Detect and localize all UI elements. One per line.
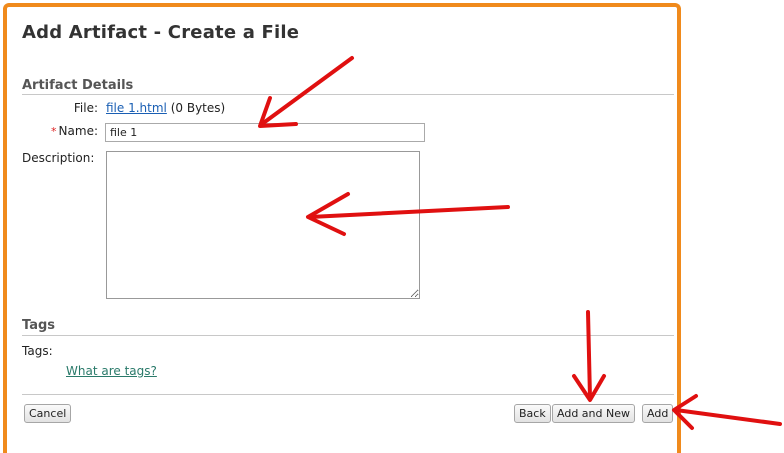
name-label-row: * Name: bbox=[30, 124, 98, 138]
cancel-button[interactable]: Cancel bbox=[24, 404, 72, 423]
file-link[interactable]: file 1.html bbox=[106, 101, 167, 115]
name-input[interactable] bbox=[105, 123, 425, 142]
description-label: Description: bbox=[22, 151, 95, 165]
back-button[interactable]: Back bbox=[514, 404, 551, 423]
arrow-to-add-button bbox=[672, 394, 782, 430]
file-label: File: bbox=[73, 101, 98, 115]
artifact-details-heading: Artifact Details bbox=[22, 78, 134, 93]
name-label: Name: bbox=[58, 124, 98, 138]
section-divider bbox=[22, 94, 674, 95]
file-size: (0 Bytes) bbox=[170, 101, 226, 115]
page-title: Add Artifact - Create a File bbox=[22, 22, 300, 43]
file-info: file 1.html (0 Bytes) bbox=[106, 101, 225, 115]
required-marker: * bbox=[51, 125, 57, 138]
tags-heading: Tags bbox=[22, 318, 56, 333]
add-and-new-button[interactable]: Add and New bbox=[552, 404, 635, 423]
footer-divider bbox=[22, 394, 674, 395]
tags-label: Tags: bbox=[22, 344, 53, 358]
what-are-tags-link[interactable]: What are tags? bbox=[66, 364, 157, 378]
description-textarea[interactable] bbox=[106, 151, 420, 299]
add-button[interactable]: Add bbox=[642, 404, 674, 423]
section-divider bbox=[22, 335, 674, 336]
